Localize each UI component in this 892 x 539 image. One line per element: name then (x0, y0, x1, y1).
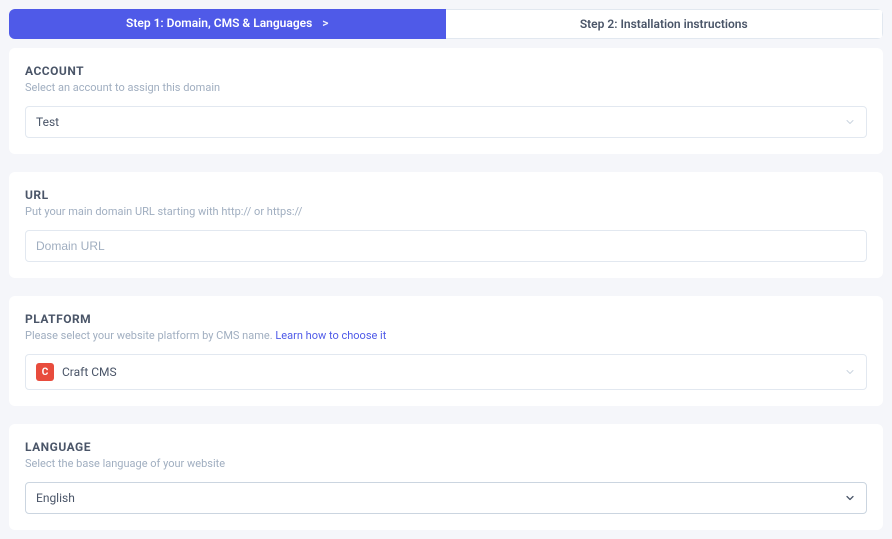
language-select-value: English (36, 491, 75, 505)
chevron-right-icon: > (316, 16, 328, 30)
url-desc: Put your main domain URL starting with h… (25, 205, 867, 218)
url-card: URL Put your main domain URL starting wi… (9, 172, 883, 278)
language-select[interactable]: English (25, 482, 867, 514)
chevron-down-icon (844, 492, 856, 504)
account-desc: Select an account to assign this domain (25, 81, 867, 94)
account-title: ACCOUNT (25, 64, 867, 78)
platform-card: PLATFORM Please select your website plat… (9, 296, 883, 406)
account-card: ACCOUNT Select an account to assign this… (9, 48, 883, 154)
url-input-wrapper (25, 230, 867, 262)
language-card: LANGUAGE Select the base language of you… (9, 424, 883, 530)
account-select-value: Test (36, 115, 59, 129)
chevron-down-icon (844, 116, 856, 128)
language-title: LANGUAGE (25, 440, 867, 454)
wizard-steps: Step 1: Domain, CMS & Languages > Step 2… (9, 9, 883, 39)
account-select[interactable]: Test (25, 106, 867, 138)
platform-value-label: Craft CMS (62, 365, 117, 379)
step-1-tab[interactable]: Step 1: Domain, CMS & Languages > (9, 9, 446, 39)
platform-desc: Please select your website platform by C… (25, 329, 867, 342)
platform-learn-link[interactable]: Learn how to choose it (275, 329, 386, 342)
language-desc: Select the base language of your website (25, 457, 867, 470)
step-2-label: Step 2: Installation instructions (580, 17, 748, 31)
url-input[interactable] (36, 239, 856, 253)
platform-desc-text: Please select your website platform by C… (25, 329, 275, 342)
chevron-down-icon (844, 366, 856, 378)
platform-title: PLATFORM (25, 312, 867, 326)
step-1-label: Step 1: Domain, CMS & Languages (126, 16, 312, 30)
craftcms-icon: C (36, 363, 54, 381)
platform-select[interactable]: C Craft CMS (25, 354, 867, 390)
step-2-tab[interactable]: Step 2: Installation instructions (446, 9, 884, 39)
platform-select-value: C Craft CMS (36, 363, 117, 381)
url-title: URL (25, 188, 867, 202)
